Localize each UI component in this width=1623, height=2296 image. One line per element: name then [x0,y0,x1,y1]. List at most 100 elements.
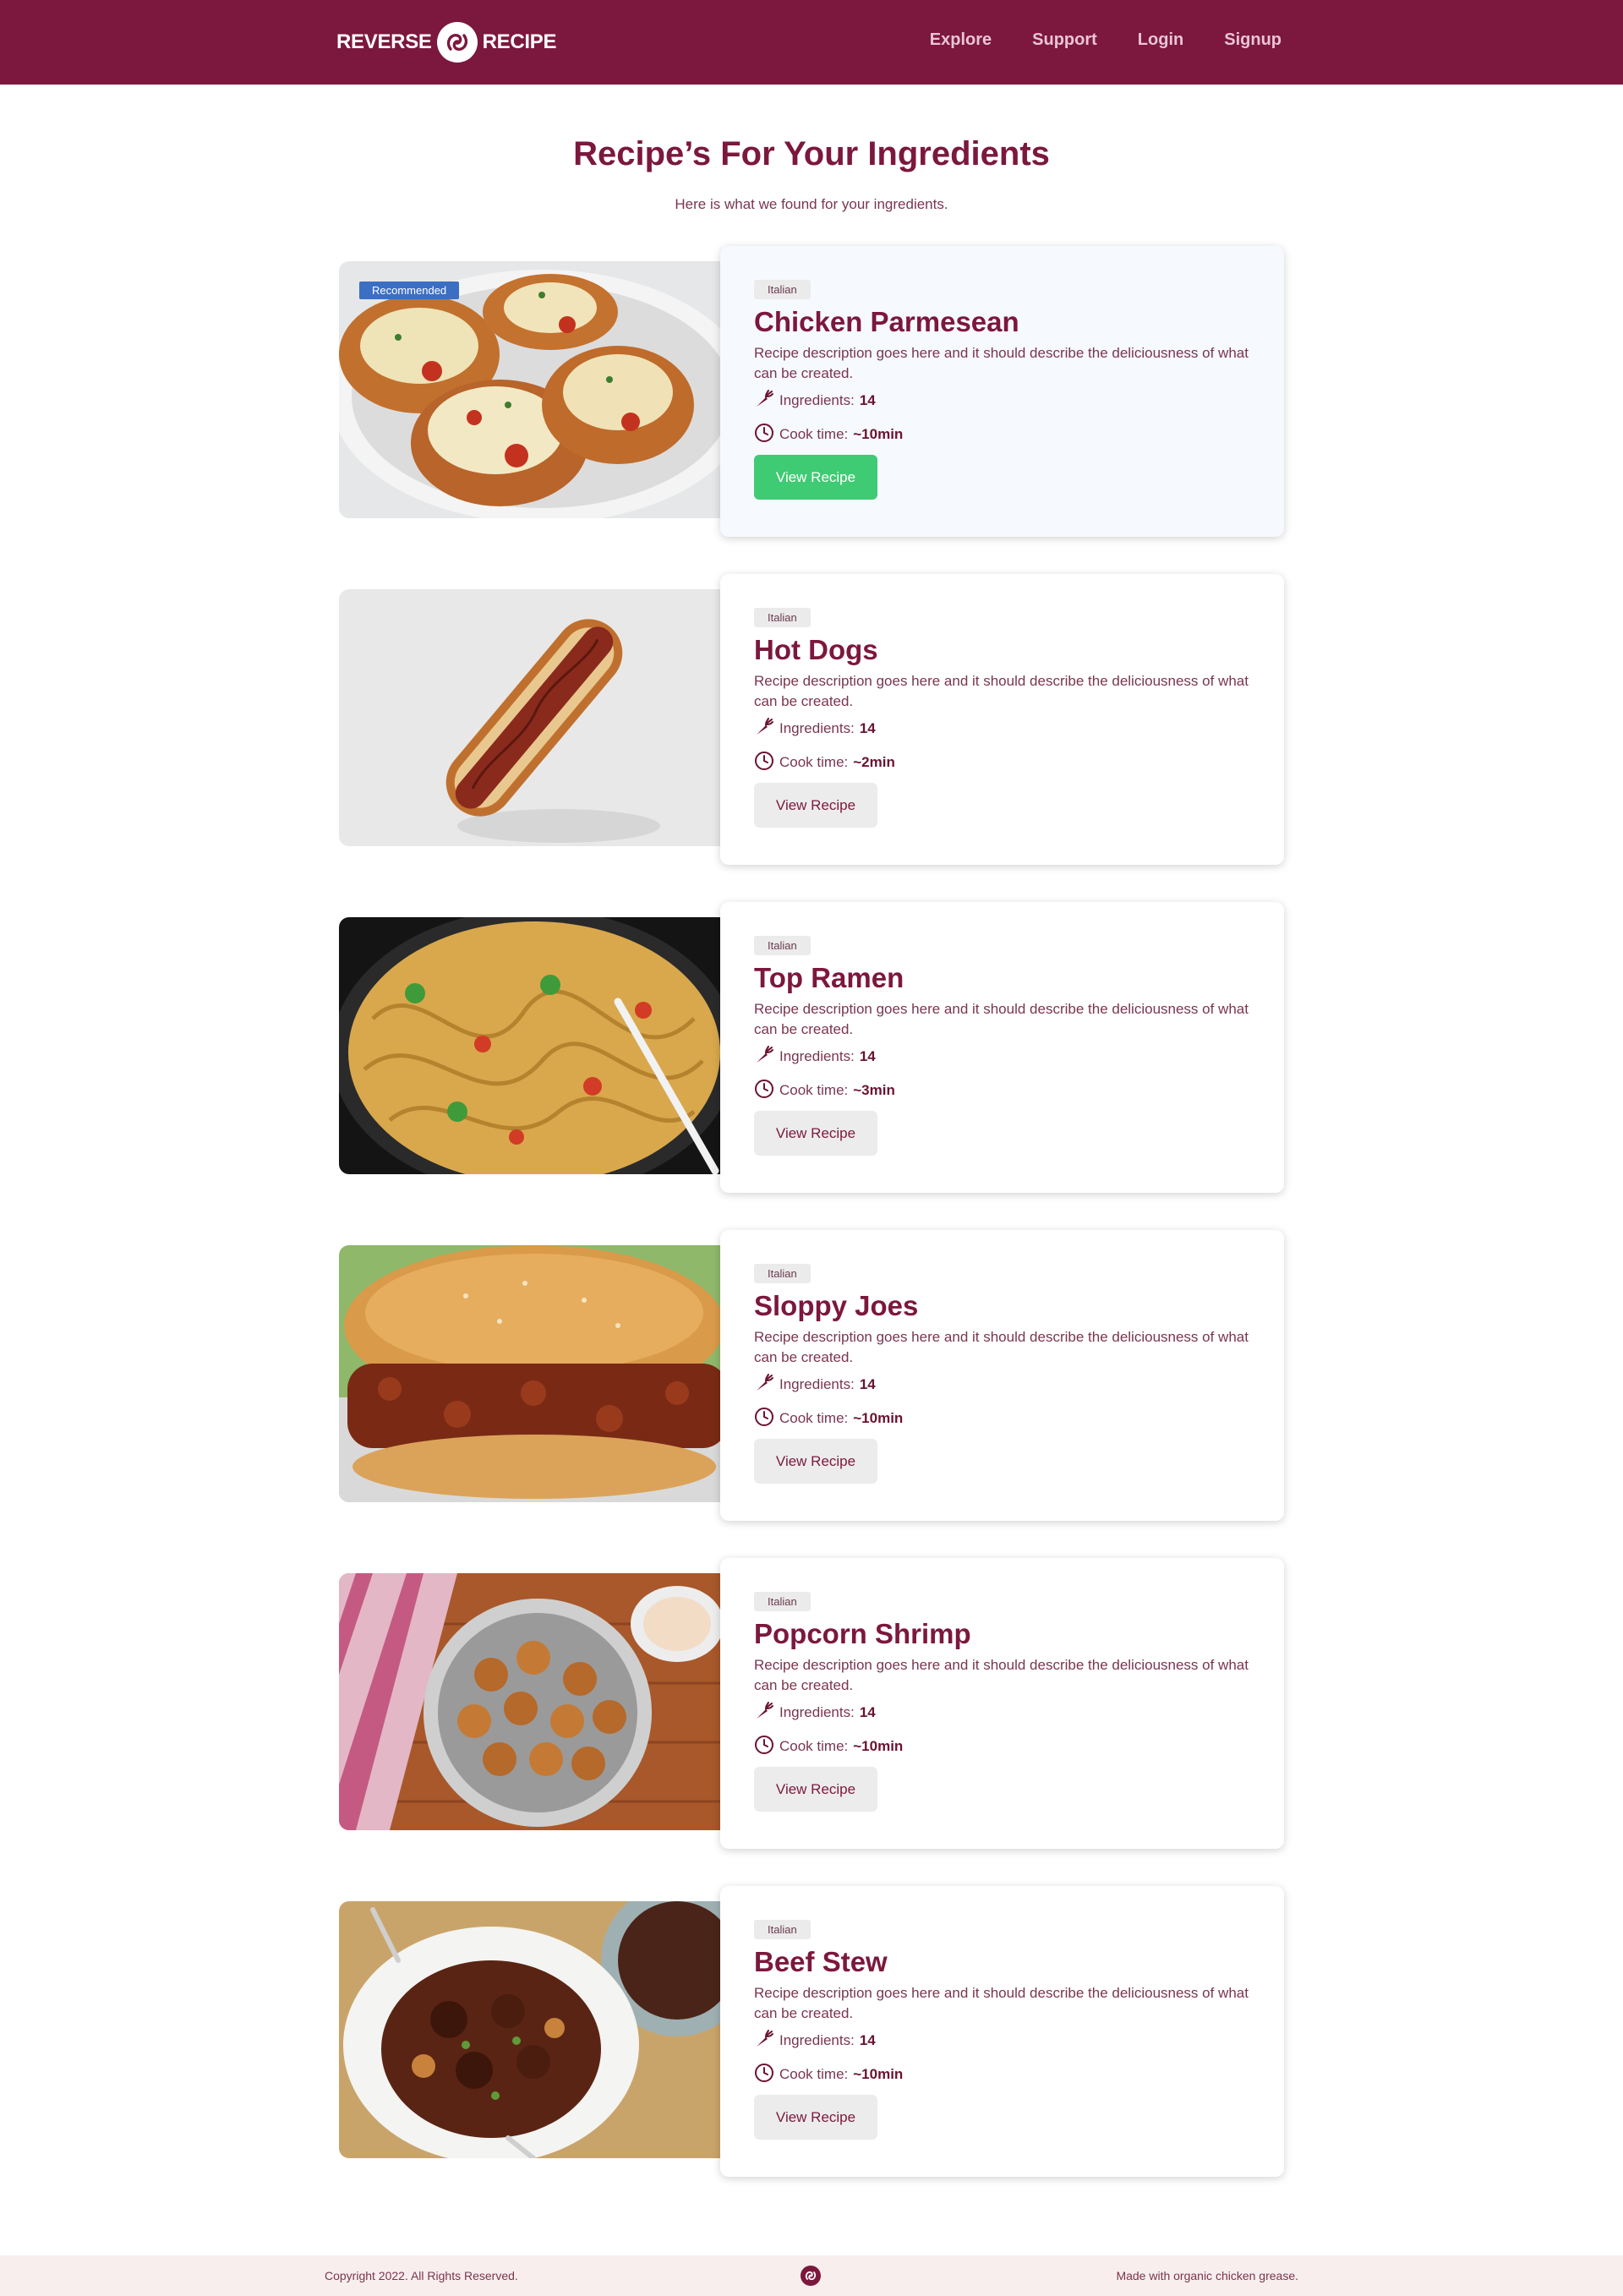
recipe-item-top-ramen: Italian Top Ramen Recipe description goe… [339,902,1284,1193]
recipe-item-sloppy-joes: Italian Sloppy Joes Recipe description g… [339,1230,1284,1521]
recipe-title[interactable]: Chicken Parmesean [754,306,1250,338]
recipe-photo [339,1901,730,2158]
cook-time-label: Cook time: [779,1738,849,1754]
ingredients-count: Ingredients: 14 [754,389,1250,413]
cuisine-tag: Italian [754,280,811,299]
view-recipe-button[interactable]: View Recipe [754,1111,877,1156]
nav-explore-link[interactable]: Explore [930,30,992,50]
cook-time-value: ~10min [853,1410,904,1426]
footer-tagline: Made with organic chicken grease. [1116,2269,1298,2282]
recipe-title[interactable]: Sloppy Joes [754,1290,1250,1322]
cook-time: Cook time: ~2min [754,751,1250,775]
cuisine-tag: Italian [754,1920,811,1939]
recipe-photo [339,589,730,846]
recipe-title[interactable]: Hot Dogs [754,634,1250,666]
main-nav: Explore Support Login Signup [930,30,1281,50]
recipe-photo: Recommended [339,261,730,518]
ingredients-label: Ingredients: [779,1704,855,1720]
nav-signup-link[interactable]: Signup [1224,30,1281,50]
recipe-card: Italian Beef Stew Recipe description goe… [720,1886,1284,2177]
ingredients-count: Ingredients: 14 [754,1045,1250,1069]
carrot-icon [754,1373,774,1397]
page-footer: Copyright 2022. All Rights Reserved. Mad… [0,2255,1623,2296]
brand-word-right: RECIPE [482,30,557,53]
recipe-title[interactable]: Top Ramen [754,962,1250,994]
recipe-card: Italian Top Ramen Recipe description goe… [720,902,1284,1193]
ingredients-value: 14 [859,720,876,736]
carrot-icon [754,1045,774,1069]
view-recipe-button[interactable]: View Recipe [754,783,877,828]
ingredients-count: Ingredients: 14 [754,1373,1250,1397]
recipe-item-chicken-parmesean: Recommended Italian Chicken Parmesean Re… [339,246,1284,537]
recipe-item-popcorn-shrimp: Italian Popcorn Shrimp Recipe descriptio… [339,1558,1284,1849]
clock-icon [754,423,774,447]
ingredients-value: 14 [859,2032,876,2048]
cuisine-tag: Italian [754,608,811,627]
cook-time-value: ~10min [853,1738,904,1754]
cook-time-value: ~10min [853,2066,904,2082]
ingredients-label: Ingredients: [779,1048,855,1064]
page-subtitle: Here is what we found for your ingredien… [675,196,948,212]
recipe-photo [339,917,730,1174]
cook-time: Cook time: ~10min [754,1735,1250,1757]
cook-time-value: ~2min [853,754,895,770]
swirl-logo-icon [436,22,478,63]
carrot-icon [754,717,774,741]
ingredients-count: Ingredients: 14 [754,717,1250,741]
footer-logo-icon[interactable] [801,2266,821,2286]
cook-time-label: Cook time: [779,1082,849,1098]
cook-time-label: Cook time: [779,426,849,442]
recipe-photo [339,1573,730,1830]
ingredients-count: Ingredients: 14 [754,2029,1250,2053]
cook-time-value: ~10min [853,426,904,442]
ingredients-label: Ingredients: [779,2032,855,2048]
ingredients-count: Ingredients: 14 [754,1701,1250,1725]
cook-time-label: Cook time: [779,754,849,770]
carrot-icon [754,389,774,413]
clock-icon [754,1079,774,1103]
recommended-badge: Recommended [359,282,460,299]
nav-support-link[interactable]: Support [1032,30,1097,50]
recipe-item-hot-dogs: Italian Hot Dogs Recipe description goes… [339,574,1284,865]
ingredients-label: Ingredients: [779,720,855,736]
ingredients-label: Ingredients: [779,392,855,408]
brand-word-left: REVERSE [336,30,432,53]
recipe-description: Recipe description goes here and it shou… [754,1985,1249,2021]
recipe-description: Recipe description goes here and it shou… [754,1657,1249,1693]
clock-icon [754,751,774,775]
clock-icon [754,1407,774,1431]
recipe-card: Italian Popcorn Shrimp Recipe descriptio… [720,1558,1284,1849]
ingredients-value: 14 [859,1704,876,1720]
cuisine-tag: Italian [754,1264,811,1283]
view-recipe-button[interactable]: View Recipe [754,2095,877,2140]
carrot-icon [754,2029,774,2053]
ingredients-label: Ingredients: [779,1376,855,1392]
cook-time: Cook time: ~10min [754,2063,1250,2087]
page-title: Recipe’s For Your Ingredients [573,135,1050,172]
recipe-title[interactable]: Popcorn Shrimp [754,1618,1250,1650]
recipe-description: Recipe description goes here and it shou… [754,1001,1249,1037]
ingredients-value: 14 [859,1376,876,1392]
view-recipe-button[interactable]: View Recipe [754,1767,877,1812]
cook-time: Cook time: ~10min [754,1407,1250,1431]
view-recipe-button[interactable]: View Recipe [754,1439,877,1484]
recipe-card: Italian Hot Dogs Recipe description goes… [720,574,1284,865]
nav-login-link[interactable]: Login [1138,30,1183,50]
clock-icon [754,2063,774,2087]
ingredients-value: 14 [859,1048,876,1064]
recipe-title[interactable]: Beef Stew [754,1946,1250,1978]
cuisine-tag: Italian [754,1592,811,1611]
top-navigation-bar: REVERSE RECIPE Explore Support Login Sig… [0,0,1623,85]
brand-logo[interactable]: REVERSE RECIPE [336,20,556,64]
recipe-description: Recipe description goes here and it shou… [754,345,1249,381]
recipe-card: Italian Chicken Parmesean Recipe descrip… [720,246,1284,537]
view-recipe-button[interactable]: View Recipe [754,455,877,500]
cuisine-tag: Italian [754,936,811,955]
carrot-icon [754,1701,774,1725]
recipe-description: Recipe description goes here and it shou… [754,1329,1249,1365]
recipe-description: Recipe description goes here and it shou… [754,673,1249,709]
copyright-text: Copyright 2022. All Rights Reserved. [325,2269,518,2282]
cook-time-value: ~3min [853,1082,895,1098]
cook-time-label: Cook time: [779,2066,849,2082]
recipe-item-beef-stew: Italian Beef Stew Recipe description goe… [339,1886,1284,2177]
